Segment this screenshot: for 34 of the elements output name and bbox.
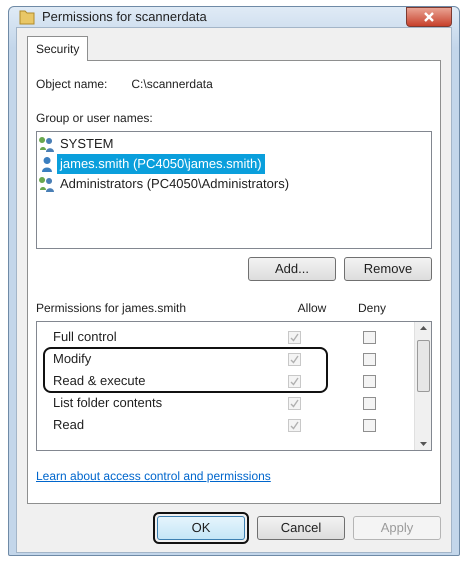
user-button[interactable]: Remove	[344, 257, 432, 281]
column-header: Deny	[356, 300, 387, 317]
user-icon	[39, 156, 55, 172]
close-button[interactable]	[406, 7, 452, 27]
tab[interactable]: Security	[27, 36, 88, 61]
window-title: Permissions for scannerdata	[42, 8, 207, 26]
users-icon	[39, 176, 55, 192]
checkbox[interactable]	[362, 418, 376, 432]
help-link[interactable]: Learn about access control and permissions	[36, 469, 271, 483]
checkbox[interactable]	[362, 352, 376, 366]
close-icon	[423, 12, 435, 22]
scroll-down-icon[interactable]	[420, 442, 426, 446]
users-icon	[39, 136, 55, 152]
scrollbar[interactable]	[414, 322, 431, 450]
permission-name: Full control	[52, 328, 118, 346]
dialog-button[interactable]: OK	[157, 516, 245, 540]
scroll-up-icon[interactable]	[420, 326, 426, 330]
scroll-thumb[interactable]	[416, 340, 430, 392]
dialog-button[interactable]: Cancel	[257, 516, 345, 540]
permission-name: Read & execute	[52, 372, 147, 390]
permission-name: Modify	[52, 350, 92, 368]
permission-name: List folder contents	[52, 394, 164, 412]
column-header: Allow	[296, 300, 328, 317]
checkbox[interactable]	[362, 374, 376, 388]
user-list-item[interactable]: SYSTEM	[57, 134, 116, 154]
checkbox[interactable]	[362, 330, 376, 344]
permissions-label: Permissions for james.smith	[36, 300, 188, 317]
user-list-item[interactable]: Administrators (PC4050\Administrators)	[57, 174, 292, 194]
object-path: C:\scannerdata	[131, 76, 213, 93]
field-label: Object name:	[36, 76, 108, 93]
user-button[interactable]: Add...	[248, 257, 336, 281]
permission-name: Read	[52, 416, 86, 434]
section-label: Group or user names:	[36, 110, 154, 127]
checkbox[interactable]	[362, 396, 376, 410]
